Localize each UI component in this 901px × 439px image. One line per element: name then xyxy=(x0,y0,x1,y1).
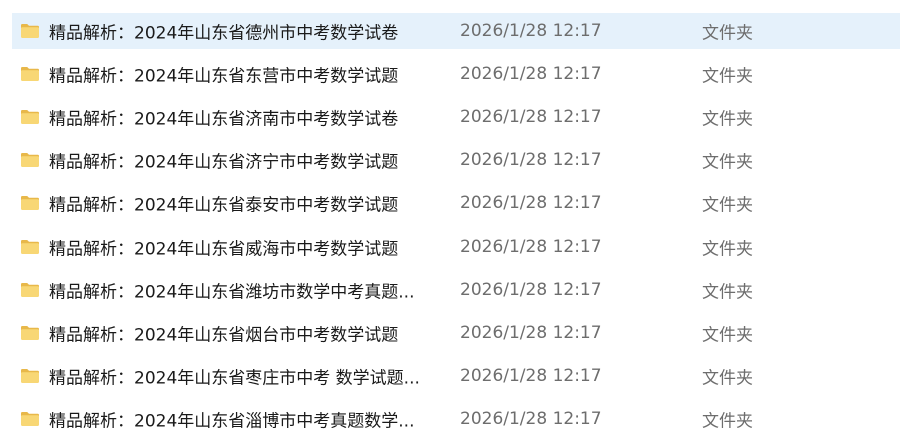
file-name: 精品解析：2024年山东省德州市中考数学试卷 xyxy=(49,23,399,44)
folder-icon xyxy=(21,368,39,383)
file-row[interactable]: 精品解析：2024年山东省枣庄市中考 数学试题... 2026/1/28 12:1… xyxy=(12,358,900,394)
file-name: 精品解析：2024年山东省烟台市中考数学试题 xyxy=(49,325,399,346)
folder-icon xyxy=(21,325,39,340)
file-type: 文件夹 xyxy=(702,239,753,259)
file-type: 文件夹 xyxy=(702,23,753,44)
file-name: 精品解析：2024年山东省济南市中考数学试卷 xyxy=(49,109,399,130)
folder-icon xyxy=(21,239,39,254)
file-type: 文件夹 xyxy=(702,152,753,173)
file-type: 文件夹 xyxy=(702,109,753,130)
file-modified-date: 2026/1/28 12:17 xyxy=(460,107,602,128)
file-row[interactable]: 精品解析：2024年山东省济宁市中考数学试题 2026/1/28 12:17 文件夹 xyxy=(12,142,900,178)
file-row[interactable]: 精品解析：2024年山东省泰安市中考数学试题 2026/1/28 12:17 文件夹 xyxy=(12,185,900,221)
file-row[interactable]: 精品解析：2024年山东省潍坊市数学中考真题... 2026/1/28 12:17… xyxy=(12,272,900,308)
file-modified-date: 2026/1/28 12:17 xyxy=(460,64,602,85)
file-modified-date: 2026/1/28 12:17 xyxy=(460,365,602,386)
folder-icon xyxy=(21,282,39,297)
folder-icon xyxy=(21,196,39,211)
folder-icon xyxy=(21,153,39,168)
file-name: 精品解析：2024年山东省济宁市中考数学试题 xyxy=(49,152,399,173)
file-name: 精品解析：2024年山东省威海市中考数学试题 xyxy=(49,239,399,259)
file-type: 文件夹 xyxy=(702,325,753,346)
file-row[interactable]: 精品解析：2024年山东省威海市中考数学试题 2026/1/28 12:17 文件夹 xyxy=(12,229,900,265)
file-type: 文件夹 xyxy=(702,282,753,303)
file-name: 精品解析：2024年山东省枣庄市中考 数学试题... xyxy=(49,368,420,389)
file-modified-date: 2026/1/28 12:17 xyxy=(460,322,602,343)
folder-icon xyxy=(21,67,39,82)
file-type: 文件夹 xyxy=(702,411,753,432)
folder-icon xyxy=(21,411,39,426)
file-row[interactable]: 精品解析：2024年山东省德州市中考数学试卷 2026/1/28 12:17 文件夹 xyxy=(12,13,900,49)
file-row[interactable]: 精品解析：2024年山东省烟台市中考数学试题 2026/1/28 12:17 文件夹 xyxy=(12,315,900,351)
file-name: 精品解析：2024年山东省泰安市中考数学试题 xyxy=(49,195,399,216)
file-modified-date: 2026/1/28 12:17 xyxy=(460,193,602,214)
file-row[interactable]: 精品解析：2024年山东省淄博市中考真题数学... 2026/1/28 12:17… xyxy=(12,401,900,437)
file-type: 文件夹 xyxy=(702,195,753,216)
file-type: 文件夹 xyxy=(702,368,753,389)
file-name: 精品解析：2024年山东省淄博市中考真题数学... xyxy=(49,411,415,432)
file-row[interactable]: 精品解析：2024年山东省东营市中考数学试题 2026/1/28 12:17 文件夹 xyxy=(12,56,900,92)
folder-icon xyxy=(21,24,39,38)
file-name: 精品解析：2024年山东省潍坊市数学中考真题... xyxy=(49,282,415,303)
folder-icon xyxy=(21,110,39,125)
file-modified-date: 2026/1/28 12:17 xyxy=(460,150,602,171)
file-modified-date: 2026/1/28 12:17 xyxy=(460,408,602,429)
file-modified-date: 2026/1/28 12:17 xyxy=(460,236,602,257)
file-type: 文件夹 xyxy=(702,66,753,87)
file-modified-date: 2026/1/28 12:17 xyxy=(460,279,602,300)
file-row[interactable]: 精品解析：2024年山东省济南市中考数学试卷 2026/1/28 12:17 文件夹 xyxy=(12,99,900,135)
file-name: 精品解析：2024年山东省东营市中考数学试题 xyxy=(49,66,399,87)
file-list: 精品解析：2024年山东省德州市中考数学试卷 2026/1/28 12:17 文件夹… xyxy=(0,0,901,439)
file-modified-date: 2026/1/28 12:17 xyxy=(460,21,602,41)
